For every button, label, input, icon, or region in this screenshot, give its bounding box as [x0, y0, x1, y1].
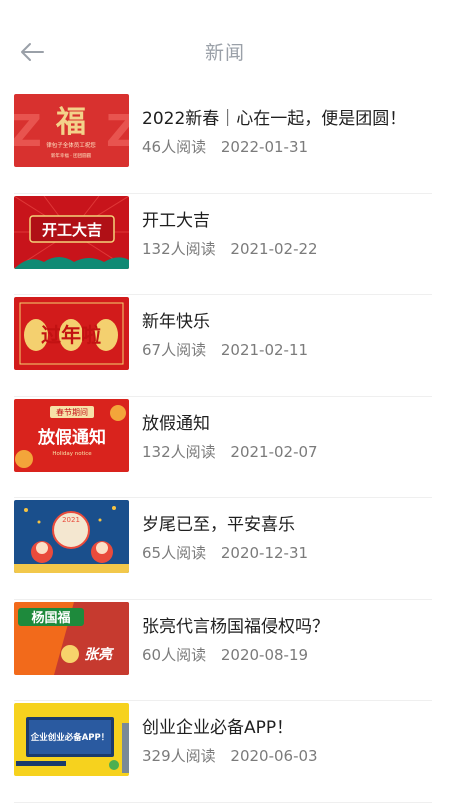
news-item[interactable]: 企业创业必备APP！ 创业企业必备APP！ 329人阅读 2020-06-03 [0, 701, 450, 803]
thumb-top-text: 春节期间 [56, 407, 88, 417]
header: 新闻 [0, 0, 450, 104]
news-thumbnail: 过年啦 [14, 297, 129, 370]
thumb-main-text: 过年啦 [41, 323, 101, 347]
news-title: 2022新春｜心在一起，便是团圆！ [142, 109, 407, 129]
news-meta: 46人阅读 2022-01-31 [142, 136, 308, 157]
news-item[interactable]: 过年啦 新年快乐 67人阅读 2021-02-11 [0, 295, 450, 397]
news-item[interactable]: Z Z 福 律包子全体员工祝您 新年幸福 · 团团圆圆 2022新春｜心在一起，… [0, 92, 450, 194]
thumb-main-text: 放假通知 [37, 427, 106, 448]
news-thumbnail: 杨国福 张亮 [14, 601, 129, 675]
news-title: 岁尾已至，平安喜乐 [142, 515, 295, 535]
news-title: 放假通知 [142, 413, 210, 434]
news-meta: 329人阅读 2020-06-03 [142, 745, 318, 766]
publish-date: 2021-02-22 [230, 239, 318, 258]
publish-date: 2020-08-19 [220, 645, 309, 664]
read-count: 132人阅读 [142, 442, 216, 461]
read-count: 46人阅读 [142, 138, 207, 156]
read-count: 329人阅读 [142, 747, 216, 765]
thumb-sub-text: 张亮 [84, 646, 115, 663]
svg-text:Z: Z [14, 106, 42, 157]
news-title: 开工大吉 [142, 210, 210, 231]
news-thumbnail: Z Z 福 律包子全体员工祝您 新年幸福 · 团团圆圆 [14, 94, 129, 167]
divider [14, 801, 432, 803]
thumb-main-text: 2021 [62, 516, 80, 524]
news-item[interactable]: 2021 岁尾已至，平安喜乐 65人阅读 2020-12-31 [0, 498, 450, 600]
news-meta: 132人阅读 2021-02-22 [142, 238, 318, 259]
thumb-line1: 律包子全体员工祝您 [46, 141, 96, 149]
publish-date: 2020-06-03 [230, 747, 318, 765]
news-meta: 65人阅读 2020-12-31 [142, 542, 308, 563]
thumb-sub-text: Holiday notice [52, 451, 92, 457]
news-meta: 132人阅读 2021-02-07 [142, 441, 318, 462]
read-count: 67人阅读 [142, 341, 207, 359]
news-item[interactable]: 杨国福 张亮 张亮代言杨国福侵权吗？ 60人阅读 2020-08-19 [0, 600, 450, 701]
read-count: 65人阅读 [142, 544, 207, 562]
read-count: 60人阅读 [142, 645, 207, 664]
news-item[interactable]: 春节期间 放假通知 Holiday notice 放假通知 132人阅读 202… [0, 397, 450, 498]
publish-date: 2022-01-31 [220, 138, 309, 156]
news-thumbnail: 春节期间 放假通知 Holiday notice [14, 398, 129, 472]
news-item[interactable]: 开工大吉 开工大吉 132人阅读 2021-02-22 [0, 194, 450, 295]
thumb-main-text: 福 [55, 105, 86, 140]
publish-date: 2021-02-07 [230, 442, 318, 461]
news-title: 创业企业必备APP！ [142, 718, 294, 738]
thumb-main-text: 开工大吉 [42, 221, 102, 239]
news-thumbnail: 企业创业必备APP！ [14, 703, 129, 776]
thumb-main-text: 企业创业必备APP！ [30, 732, 110, 743]
news-meta: 60人阅读 2020-08-19 [142, 644, 308, 665]
thumb-main-text: 杨国福 [31, 610, 70, 626]
publish-date: 2020-12-31 [220, 544, 309, 562]
news-list: Z Z 福 律包子全体员工祝您 新年幸福 · 团团圆圆 2022新春｜心在一起，… [0, 92, 450, 803]
svg-text:Z: Z [106, 106, 129, 157]
news-meta: 67人阅读 2021-02-11 [142, 339, 308, 360]
news-thumbnail: 2021 [14, 500, 129, 573]
page-title: 新闻 [204, 42, 245, 64]
thumb-line2: 新年幸福 · 团团圆圆 [51, 152, 92, 159]
news-thumbnail: 开工大吉 [14, 195, 129, 269]
news-title: 新年快乐 [142, 312, 210, 332]
publish-date: 2021-02-11 [220, 341, 309, 359]
read-count: 132人阅读 [142, 239, 216, 258]
news-title: 张亮代言杨国福侵权吗？ [142, 616, 329, 637]
